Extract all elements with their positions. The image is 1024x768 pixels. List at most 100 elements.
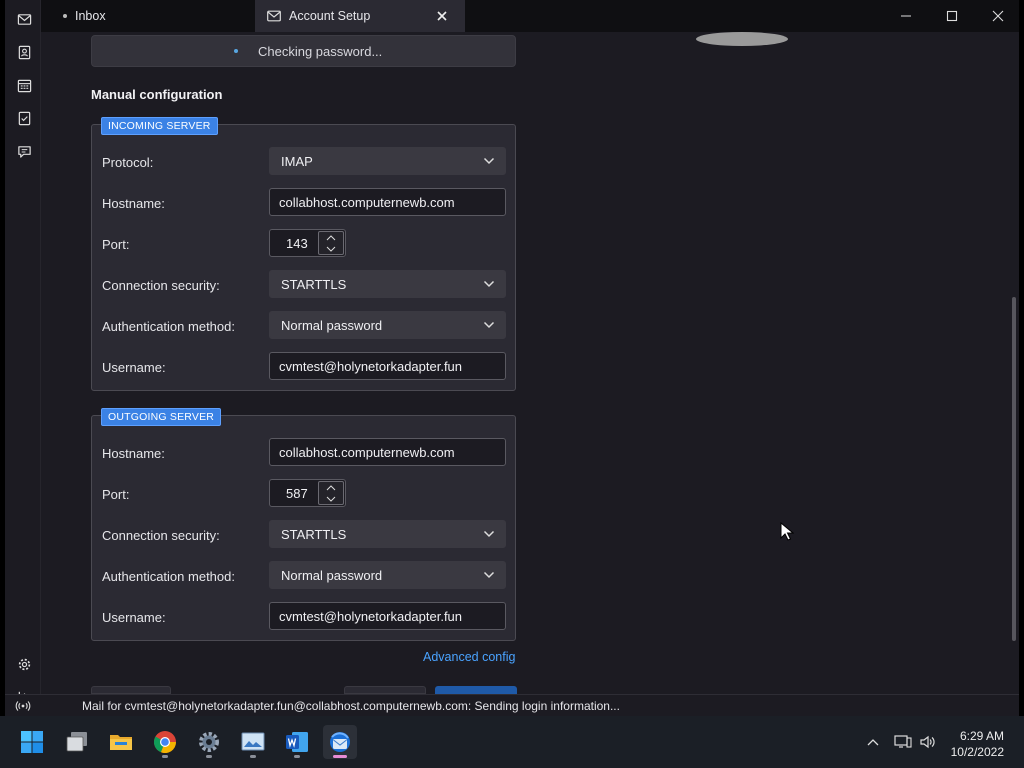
photos-app-button[interactable] bbox=[236, 725, 270, 759]
increment-button[interactable] bbox=[319, 232, 343, 243]
protocol-select[interactable]: IMAP bbox=[269, 147, 506, 175]
auth-method-select[interactable]: Normal password bbox=[269, 311, 506, 339]
close-tab-icon[interactable] bbox=[435, 9, 449, 23]
network-tray-button[interactable] bbox=[894, 716, 912, 768]
username-value: cvmtest@holynetorkadapter.fun bbox=[279, 358, 463, 374]
outgoing-auth-row: Authentication method: Normal password bbox=[92, 561, 515, 591]
cancel-button[interactable] bbox=[344, 686, 426, 694]
advanced-config-link[interactable]: Advanced config bbox=[423, 650, 515, 664]
port-value: 143 bbox=[286, 235, 308, 251]
status-notice: Checking password... bbox=[91, 35, 516, 67]
incoming-port-row: Port: 143 bbox=[92, 229, 515, 259]
connection-security-label: Connection security: bbox=[102, 528, 220, 543]
connection-security-select[interactable]: STARTTLS bbox=[269, 270, 506, 298]
maximize-button[interactable] bbox=[929, 0, 975, 32]
hostname-value: collabhost.computernewb.com bbox=[279, 444, 455, 460]
chrome-button[interactable] bbox=[148, 725, 182, 759]
photos-icon bbox=[241, 732, 265, 751]
minimize-icon bbox=[901, 15, 911, 17]
calendar-icon[interactable] bbox=[14, 75, 34, 95]
incoming-username-row: Username: cvmtest@holynetorkadapter.fun bbox=[92, 352, 515, 382]
incoming-username-input[interactable]: cvmtest@holynetorkadapter.fun bbox=[269, 352, 506, 380]
tab-inbox-label: Inbox bbox=[75, 9, 106, 23]
auth-method-value: Normal password bbox=[281, 317, 383, 333]
spaces-toolbar bbox=[5, 0, 41, 716]
auth-method-select[interactable]: Normal password bbox=[269, 561, 506, 589]
online-status-icon[interactable] bbox=[5, 700, 41, 712]
tasks-icon[interactable] bbox=[14, 108, 34, 128]
tab-account-setup[interactable]: Account Setup bbox=[255, 0, 465, 32]
address-book-icon[interactable] bbox=[14, 42, 34, 62]
done-button[interactable] bbox=[435, 686, 517, 694]
maximize-icon bbox=[946, 10, 958, 22]
outgoing-port-stepper[interactable]: 587 bbox=[269, 479, 346, 507]
hostname-label: Hostname: bbox=[102, 446, 165, 461]
outgoing-server-legend: OUTGOING SERVER bbox=[101, 408, 222, 426]
clock-time: 6:29 AM bbox=[959, 729, 1004, 743]
username-label: Username: bbox=[102, 610, 166, 625]
outgoing-username-input[interactable]: cvmtest@holynetorkadapter.fun bbox=[269, 602, 506, 630]
incoming-auth-row: Authentication method: Normal password bbox=[92, 311, 515, 341]
chevron-down-icon bbox=[326, 496, 336, 502]
auth-method-label: Authentication method: bbox=[102, 569, 235, 584]
chat-icon[interactable] bbox=[14, 141, 34, 161]
hostname-label: Hostname: bbox=[102, 196, 165, 211]
running-indicator bbox=[162, 755, 168, 758]
tab-inbox[interactable]: Inbox bbox=[53, 0, 261, 32]
incoming-hostname-row: Hostname: collabhost.computernewb.com bbox=[92, 188, 515, 218]
thunderbird-app-button[interactable] bbox=[323, 725, 357, 759]
settings-gear-icon bbox=[199, 732, 219, 752]
chevron-down-icon bbox=[483, 530, 495, 538]
mail-icon[interactable] bbox=[14, 9, 34, 29]
section-title: Manual configuration bbox=[91, 87, 223, 102]
port-spin-buttons bbox=[318, 231, 344, 255]
task-view-icon bbox=[66, 732, 87, 752]
chevron-down-icon bbox=[483, 280, 495, 288]
start-button[interactable] bbox=[15, 725, 49, 759]
taskbar-clock[interactable]: 6:29 AM 10/2/2022 bbox=[951, 728, 1004, 760]
account-setup-content: Checking password... Manual configuratio… bbox=[41, 32, 1019, 694]
speaker-icon bbox=[920, 735, 935, 749]
auth-method-label: Authentication method: bbox=[102, 319, 235, 334]
chrome-icon bbox=[153, 731, 177, 754]
chevron-down-icon bbox=[483, 157, 495, 165]
port-label: Port: bbox=[102, 487, 130, 502]
outgoing-server-fieldset: OUTGOING SERVER Hostname: collabhost.com… bbox=[91, 408, 516, 641]
volume-tray-button[interactable] bbox=[919, 716, 937, 768]
word-app-button[interactable] bbox=[280, 725, 314, 759]
incoming-server-legend: INCOMING SERVER bbox=[101, 117, 218, 135]
minimize-button[interactable] bbox=[883, 0, 929, 32]
task-view-button[interactable] bbox=[60, 725, 94, 759]
scrollbar[interactable] bbox=[1009, 32, 1019, 694]
decrement-button[interactable] bbox=[319, 493, 343, 504]
connection-security-select[interactable]: STARTTLS bbox=[269, 520, 506, 548]
hostname-value: collabhost.computernewb.com bbox=[279, 194, 455, 210]
increment-button[interactable] bbox=[319, 482, 343, 493]
notice-text: Checking password... bbox=[258, 43, 383, 59]
port-label: Port: bbox=[102, 237, 130, 252]
running-indicator bbox=[250, 755, 256, 758]
outgoing-hostname-input[interactable]: collabhost.computernewb.com bbox=[269, 438, 506, 466]
settings-app-button[interactable] bbox=[192, 725, 226, 759]
account-mail-icon bbox=[267, 10, 281, 22]
scrollbar-thumb[interactable] bbox=[1012, 297, 1016, 641]
incoming-port-stepper[interactable]: 143 bbox=[269, 229, 346, 257]
port-spin-buttons bbox=[318, 481, 344, 505]
tab-account-setup-label: Account Setup bbox=[289, 9, 371, 23]
network-icon bbox=[894, 735, 912, 748]
outgoing-hostname-row: Hostname: collabhost.computernewb.com bbox=[92, 438, 515, 468]
spinner-icon bbox=[234, 49, 238, 53]
file-explorer-button[interactable] bbox=[104, 725, 138, 759]
show-hidden-icons-button[interactable] bbox=[866, 716, 880, 768]
protocol-label: Protocol: bbox=[102, 155, 154, 170]
settings-icon[interactable] bbox=[14, 654, 34, 674]
manual-config-button[interactable] bbox=[91, 686, 171, 694]
chevron-up-icon bbox=[867, 739, 879, 746]
decrement-button[interactable] bbox=[319, 243, 343, 254]
running-indicator bbox=[206, 755, 212, 758]
close-icon bbox=[992, 10, 1004, 22]
status-bar: Mail for cvmtest@holynetorkadapter.fun@c… bbox=[5, 694, 1019, 716]
incoming-hostname-input[interactable]: collabhost.computernewb.com bbox=[269, 188, 506, 216]
close-window-button[interactable] bbox=[975, 0, 1019, 32]
thunderbird-window: Inbox Account Setup Checking password...… bbox=[5, 0, 1019, 716]
